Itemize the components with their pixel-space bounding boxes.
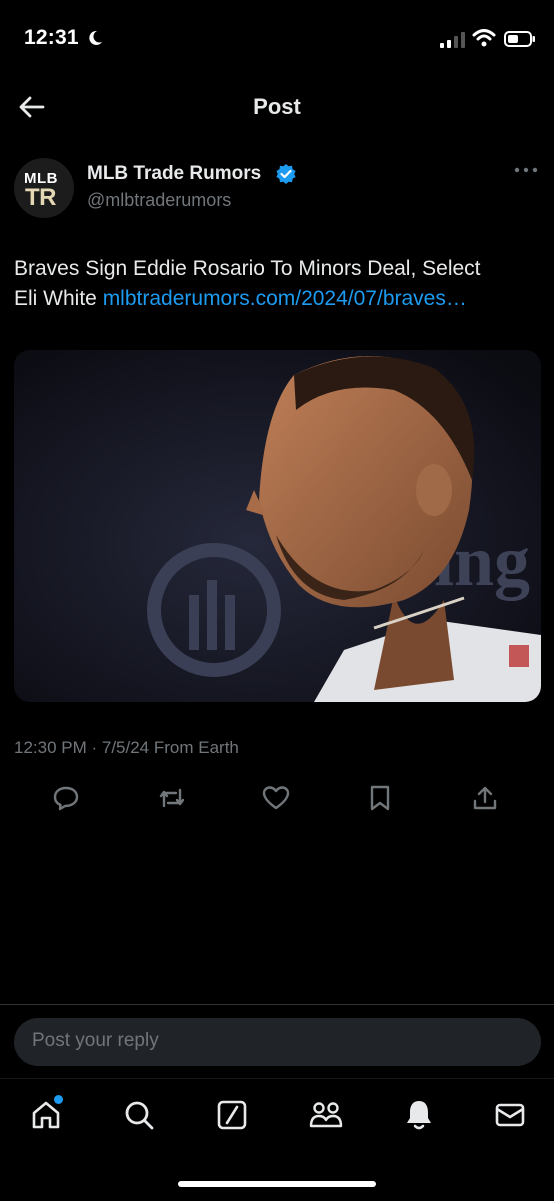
post-link[interactable]: mlbtraderumors.com/2024/07/braves…	[103, 287, 467, 310]
post-text-line-2-prefix: Eli White	[14, 287, 103, 310]
tab-home[interactable]	[26, 1095, 66, 1135]
tab-notifications[interactable]	[399, 1095, 439, 1135]
like-icon	[262, 786, 290, 810]
share-icon	[473, 786, 497, 810]
bookmark-button[interactable]	[364, 782, 396, 814]
home-notification-dot	[54, 1095, 63, 1104]
author-name[interactable]: MLB Trade Rumors	[87, 163, 261, 185]
notifications-icon	[407, 1101, 431, 1130]
grok-icon	[217, 1100, 247, 1130]
post-actions	[0, 776, 554, 816]
post-text: Braves Sign Eddie Rosario To Minors Deal…	[14, 254, 544, 314]
tab-search[interactable]	[119, 1095, 159, 1135]
author-handle[interactable]: @mlbtraderumors	[87, 190, 231, 211]
avatar[interactable]: MLB TR	[14, 158, 74, 218]
home-indicator	[178, 1181, 376, 1187]
reply-icon	[53, 786, 79, 811]
post-text-line-2: Eli White mlbtraderumors.com/2024/07/bra…	[14, 284, 544, 314]
player-photo: ing	[14, 350, 541, 702]
status-bar: 12:31	[0, 0, 554, 80]
tab-communities[interactable]	[306, 1095, 346, 1135]
more-options-icon[interactable]	[514, 166, 538, 174]
post-timestamp: 12:30 PM · 7/5/24 From Earth	[14, 738, 239, 757]
like-button[interactable]	[260, 782, 292, 814]
moon-icon	[89, 30, 102, 45]
nav-header: Post	[0, 80, 554, 136]
avatar-text-bottom: TR	[25, 184, 57, 211]
repost-icon	[159, 788, 185, 808]
reply-input[interactable]	[32, 1030, 512, 1052]
wifi-icon	[472, 29, 496, 47]
cellular-signal-icon	[440, 32, 465, 48]
reply-box[interactable]	[14, 1018, 541, 1066]
tab-messages[interactable]	[490, 1095, 530, 1135]
repost-button[interactable]	[156, 782, 188, 814]
bookmark-icon	[370, 785, 390, 811]
search-icon	[125, 1101, 154, 1130]
status-time: 12:31	[24, 26, 79, 49]
verified-badge-icon	[276, 164, 296, 184]
post-text-line-1: Braves Sign Eddie Rosario To Minors Deal…	[14, 257, 481, 280]
battery-icon	[504, 31, 535, 47]
post-media-image[interactable]: ing	[14, 350, 541, 702]
reply-divider	[0, 1004, 554, 1005]
communities-icon	[309, 1102, 343, 1128]
share-button[interactable]	[469, 782, 501, 814]
tab-grok[interactable]	[212, 1095, 252, 1135]
messages-icon	[495, 1103, 525, 1127]
page-title: Post	[253, 94, 301, 119]
reply-button[interactable]	[50, 782, 82, 814]
